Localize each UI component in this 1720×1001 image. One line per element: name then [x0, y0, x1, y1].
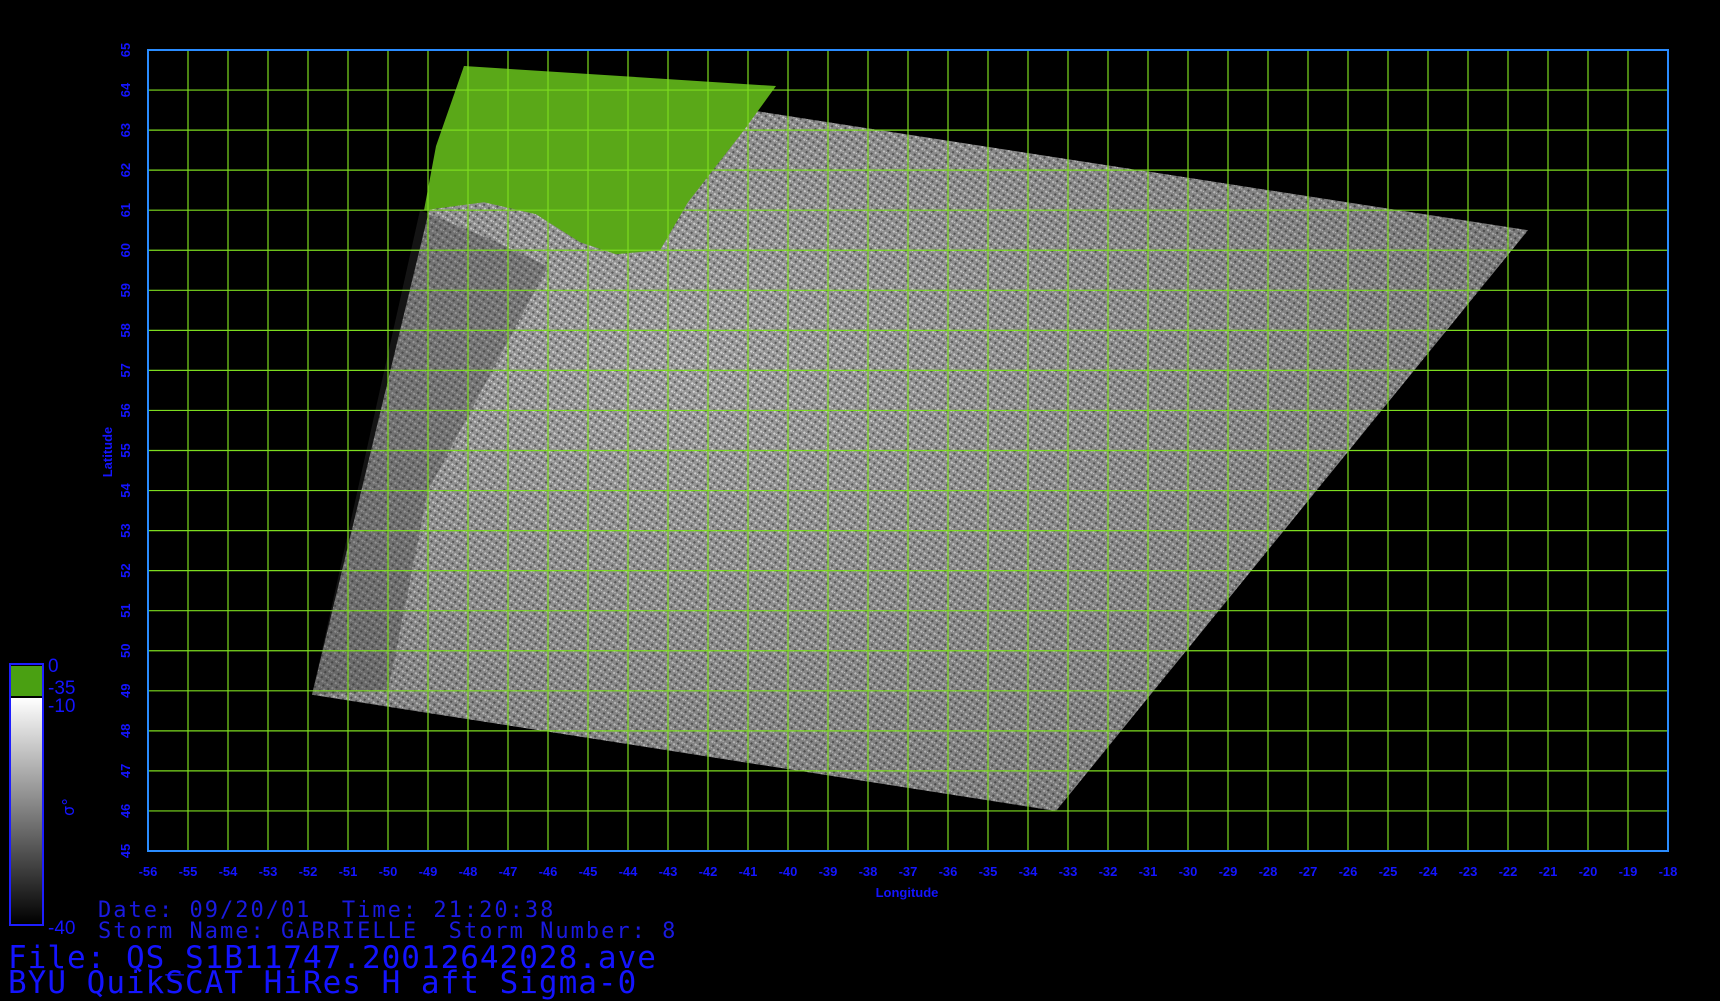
longitude-tick-label: -38 [859, 864, 878, 879]
longitude-tick-label: -21 [1539, 864, 1558, 879]
latitude-tick-label: 64 [118, 82, 133, 97]
latitude-tick-label: 63 [118, 123, 133, 137]
longitude-tick-label: -34 [1019, 864, 1039, 879]
longitude-tick-label: -45 [579, 864, 598, 879]
longitude-tick-label: -32 [1099, 864, 1118, 879]
latitude-tick-label: 52 [118, 563, 133, 577]
longitude-tick-label: -54 [219, 864, 239, 879]
longitude-tick-label: -44 [619, 864, 639, 879]
longitude-tick-label: -39 [819, 864, 838, 879]
latitude-tick-label: 56 [118, 403, 133, 417]
latitude-tick-label: 54 [118, 483, 133, 498]
longitude-tick-label: -30 [1179, 864, 1198, 879]
latitude-tick-label: 46 [118, 804, 133, 818]
latitude-tick-label: 47 [118, 764, 133, 778]
latitude-tick-label: 60 [118, 243, 133, 257]
latitude-tick-labels: 45 46 47 48 49 50 51 52 53 54 55 56 57 58 59 60 61 62 63 64… [118, 43, 133, 858]
latitude-tick-label: 51 [118, 603, 133, 617]
latitude-tick-label: 55 [118, 443, 133, 457]
longitude-tick-label: -37 [899, 864, 918, 879]
longitude-tick-label: -48 [459, 864, 478, 879]
colorbar-label: σ° [59, 798, 78, 816]
longitude-tick-label: -56 [139, 864, 158, 879]
longitude-tick-label: -36 [939, 864, 958, 879]
colorbar-tick-label: 0 [48, 656, 59, 677]
latitude-tick-label: 50 [118, 644, 133, 658]
longitude-tick-label: -25 [1379, 864, 1398, 879]
longitude-tick-label: -35 [979, 864, 998, 879]
longitude-tick-label: -24 [1419, 864, 1439, 879]
latitude-tick-label: 59 [118, 283, 133, 297]
satellite-swath [312, 66, 1528, 811]
longitude-tick-label: -20 [1579, 864, 1598, 879]
longitude-tick-label: -46 [539, 864, 558, 879]
longitude-tick-label: -29 [1219, 864, 1238, 879]
latitude-tick-label: 57 [118, 363, 133, 377]
colorbar-ramp [10, 698, 42, 924]
latitude-tick-label: 48 [118, 724, 133, 738]
latitude-tick-label: 49 [118, 684, 133, 698]
longitude-tick-label: -22 [1499, 864, 1518, 879]
latitude-tick-label: 53 [118, 523, 133, 537]
colorbar-land-swatch [10, 666, 42, 696]
longitude-tick-labels: -56 -55 -54 -53 -52 -51 -50 -49 -48 -47 -46 -45 -44 -… [139, 864, 1678, 879]
latitude-tick-label: 58 [118, 323, 133, 337]
longitude-tick-label: -53 [259, 864, 278, 879]
sigma0-map-figure: -56 -55 -54 -53 -52 -51 -50 -49 -48 -47 -46 -45 -44 -… [9, 43, 1678, 939]
product-label: BYU QuikSCAT HiRes H aft Sigma-0 [8, 965, 638, 1001]
longitude-tick-label: -49 [419, 864, 438, 879]
longitude-tick-label: -19 [1619, 864, 1638, 879]
longitude-tick-label: -26 [1339, 864, 1358, 879]
lat-lon-grid [147, 49, 1669, 852]
longitude-tick-label: -51 [339, 864, 358, 879]
longitude-tick-label: -18 [1659, 864, 1678, 879]
longitude-tick-label: -40 [779, 864, 798, 879]
longitude-tick-label: -28 [1259, 864, 1278, 879]
longitude-tick-label: -55 [179, 864, 198, 879]
longitude-tick-label: -41 [739, 864, 758, 879]
longitude-tick-label: -47 [499, 864, 518, 879]
colorbar: 0 -35 -10 -40 σ° [9, 656, 78, 939]
colorbar-tick-label: -40 [48, 918, 75, 939]
longitude-tick-label: -42 [699, 864, 718, 879]
longitude-tick-label: -31 [1139, 864, 1158, 879]
colorbar-tick-label: -10 [48, 696, 75, 717]
longitude-tick-label: -43 [659, 864, 678, 879]
latitude-tick-label: 61 [118, 203, 133, 217]
longitude-tick-label: -52 [299, 864, 318, 879]
longitude-tick-label: -50 [379, 864, 398, 879]
x-axis-label: Longitude [876, 885, 939, 900]
longitude-tick-label: -33 [1059, 864, 1078, 879]
longitude-tick-label: -27 [1299, 864, 1318, 879]
latitude-tick-label: 65 [118, 43, 133, 57]
latitude-tick-label: 62 [118, 163, 133, 177]
latitude-tick-label: 45 [118, 844, 133, 858]
y-axis-label: Latitude [100, 427, 115, 478]
longitude-tick-label: -23 [1459, 864, 1478, 879]
